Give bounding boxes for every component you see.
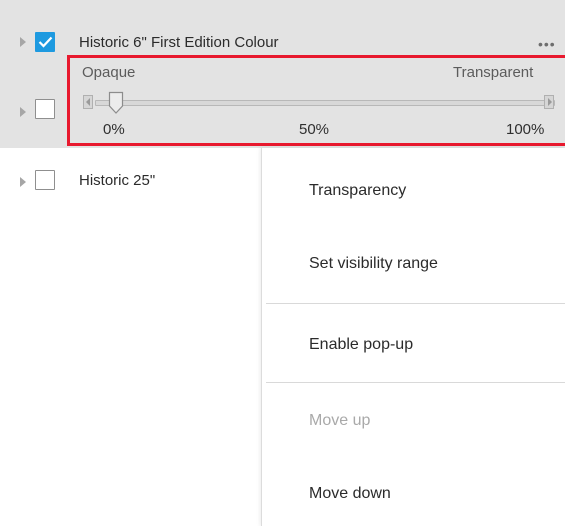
layer-title[interactable]: Historic 25" bbox=[79, 172, 155, 189]
tick-label-0: 0% bbox=[103, 121, 125, 138]
menu-item-move-down[interactable]: Move down bbox=[309, 485, 391, 503]
menu-item-enable-popup[interactable]: Enable pop-up bbox=[309, 336, 413, 354]
tick-label-100: 100% bbox=[506, 121, 545, 138]
more-options-icon[interactable]: ••• bbox=[538, 36, 556, 52]
menu-divider bbox=[266, 303, 565, 304]
transparent-label: Transparent bbox=[453, 64, 534, 81]
transparency-slider-track[interactable] bbox=[95, 100, 555, 106]
transparency-slider-panel: Opaque Transparent 0% 50% 100% bbox=[67, 55, 565, 146]
menu-item-transparency[interactable]: Transparency bbox=[309, 182, 406, 200]
expand-arrow-icon[interactable] bbox=[20, 107, 26, 117]
slider-left-arrow-icon[interactable] bbox=[83, 95, 93, 109]
menu-item-set-visibility-range[interactable]: Set visibility range bbox=[309, 255, 438, 273]
checkmark-icon bbox=[38, 36, 53, 48]
menu-item-move-up: Move up bbox=[309, 412, 371, 429]
slider-thumb-icon[interactable] bbox=[108, 91, 124, 115]
menu-divider bbox=[266, 382, 565, 383]
opaque-label: Opaque bbox=[82, 64, 136, 81]
layer-title[interactable]: Historic 6" First Edition Colour bbox=[79, 34, 279, 51]
layer-checkbox-3[interactable] bbox=[35, 170, 55, 190]
slider-right-arrow-icon[interactable] bbox=[544, 95, 554, 109]
tick-label-50: 50% bbox=[299, 121, 330, 138]
layer-checkbox-2[interactable] bbox=[35, 99, 55, 119]
layer-context-menu: Transparency Set visibility range Enable… bbox=[262, 148, 565, 526]
layer-checkbox-1[interactable] bbox=[35, 32, 55, 52]
expand-arrow-icon[interactable] bbox=[20, 37, 26, 47]
expand-arrow-icon[interactable] bbox=[20, 177, 26, 187]
